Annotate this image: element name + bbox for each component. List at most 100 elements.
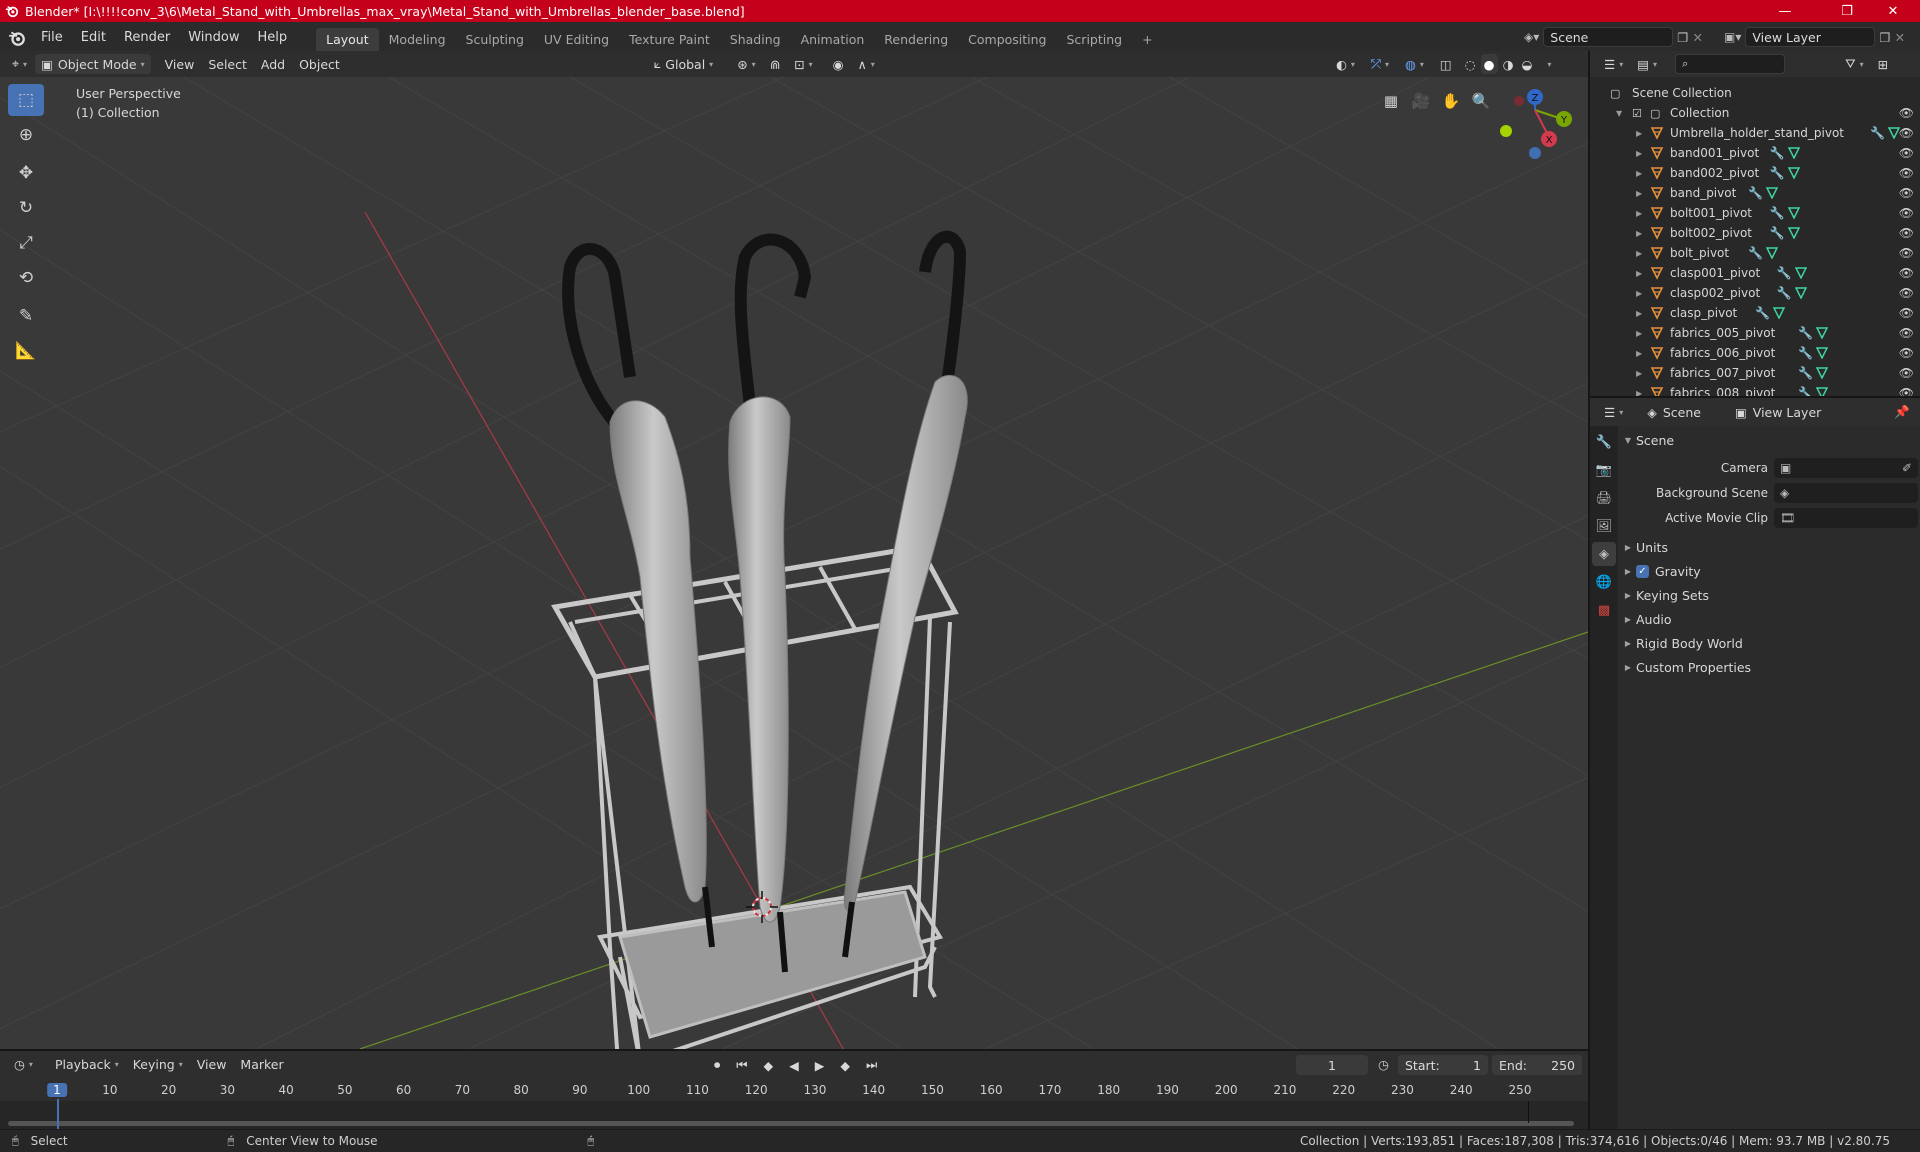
delete-view-layer-icon[interactable]: ✕ <box>1895 30 1905 45</box>
eye-icon[interactable]: 👁 <box>1899 246 1914 260</box>
visibility-dropdown[interactable]: ◐ ▾ <box>1330 54 1361 74</box>
menu-view[interactable]: View <box>159 54 201 74</box>
tab-modeling[interactable]: Modeling <box>379 28 456 52</box>
new-view-layer-icon[interactable]: ❐ <box>1879 30 1890 45</box>
end-frame-field[interactable]: End: 250 <box>1492 1055 1582 1075</box>
shading-solid[interactable]: ● <box>1480 54 1498 74</box>
texture-tab[interactable]: ▩ <box>1592 598 1616 622</box>
new-scene-icon[interactable]: ❐ <box>1677 30 1688 45</box>
menu-file[interactable]: File <box>32 25 72 51</box>
modifier-wrench-icon[interactable]: 🔧 <box>1870 126 1885 140</box>
outliner-item[interactable]: ▶ fabrics_006_pivot 🔧 👁 <box>1590 343 1920 363</box>
menu-select[interactable]: Select <box>202 54 253 74</box>
menu-marker[interactable]: Marker <box>234 1054 289 1074</box>
display-mode-dropdown[interactable]: ▤ ▾ <box>1631 54 1663 74</box>
add-workspace-button[interactable]: + <box>1132 28 1162 52</box>
outliner-item[interactable]: ▶ clasp001_pivot 🔧 👁 <box>1590 263 1920 283</box>
properties-scene-context[interactable]: ◈ Scene <box>1641 402 1707 422</box>
modifier-wrench-icon[interactable]: 🔧 <box>1748 246 1763 260</box>
expand-icon[interactable]: ▶ <box>1636 329 1642 338</box>
mesh-data-icon[interactable] <box>1773 307 1786 319</box>
falloff-dropdown[interactable]: ∧ ▾ <box>852 54 881 74</box>
mode-dropdown[interactable]: ▣ Object Mode ▾ <box>35 54 151 74</box>
jump-start-button[interactable]: ⏮ <box>730 1055 753 1075</box>
pan-view-button[interactable]: ✋ <box>1438 88 1464 114</box>
tab-rendering[interactable]: Rendering <box>874 28 958 52</box>
tab-animation[interactable]: Animation <box>791 28 875 52</box>
scene-collection-row[interactable]: ▢ Scene Collection <box>1590 83 1920 103</box>
active-movie-clip-field[interactable]: 🎞 <box>1774 508 1918 528</box>
playhead-line[interactable] <box>57 1099 59 1129</box>
modifier-wrench-icon[interactable]: 🔧 <box>1770 206 1785 220</box>
proportional-edit-toggle[interactable]: ◉ <box>827 54 850 74</box>
properties-editor-type[interactable]: ☰ ▾ <box>1598 402 1629 422</box>
new-collection-button[interactable]: ⊞ <box>1872 54 1894 74</box>
eye-icon[interactable]: 👁 <box>1899 366 1914 380</box>
outliner-item[interactable]: ▶ bolt_pivot 🔧 👁 <box>1590 243 1920 263</box>
filter-dropdown[interactable]: ⛛ ▾ <box>1839 54 1870 74</box>
outliner-item[interactable]: ▶ fabrics_007_pivot 🔧 👁 <box>1590 363 1920 383</box>
xray-toggle[interactable]: ◫ <box>1434 54 1458 74</box>
expand-icon[interactable]: ▶ <box>1636 129 1642 138</box>
modifier-wrench-icon[interactable]: 🔧 <box>1770 226 1785 240</box>
preview-range-icon[interactable]: ◷ <box>1378 1057 1389 1072</box>
eye-icon[interactable]: 👁 <box>1899 326 1914 340</box>
view-layer-tab[interactable]: 🖼 <box>1592 514 1616 538</box>
outliner-item[interactable]: ▶ Umbrella_holder_stand_pivot 🔧 👁 <box>1590 123 1920 143</box>
mesh-data-icon[interactable] <box>1787 227 1800 239</box>
tab-scripting[interactable]: Scripting <box>1057 28 1133 52</box>
tab-uv-editing[interactable]: UV Editing <box>534 28 619 52</box>
editor-type-dropdown[interactable]: ⌖ ▾ <box>6 54 33 74</box>
close-button[interactable]: ✕ <box>1870 0 1916 22</box>
zoom-view-button[interactable]: 🔍 <box>1468 88 1494 114</box>
menu-window[interactable]: Window <box>179 25 248 51</box>
expand-icon[interactable]: ▶ <box>1636 209 1642 218</box>
outliner-item[interactable]: ▶ fabrics_005_pivot 🔧 👁 <box>1590 323 1920 343</box>
eyedropper-icon[interactable]: ✐ <box>1902 461 1912 475</box>
outliner-item[interactable]: ▶ band001_pivot 🔧 👁 <box>1590 143 1920 163</box>
pin-icon[interactable]: 📌 <box>1894 404 1910 420</box>
modifier-wrench-icon[interactable]: 🔧 <box>1798 346 1813 360</box>
outliner-search-input[interactable]: ⌕ <box>1675 54 1786 74</box>
output-tab[interactable]: 🖨 <box>1592 486 1616 510</box>
scene-tab[interactable]: ◈ <box>1592 542 1616 566</box>
snap-toggle[interactable]: ⋒ <box>764 54 786 74</box>
mesh-data-icon[interactable] <box>1816 367 1829 379</box>
menu-help[interactable]: Help <box>249 25 297 51</box>
expand-icon[interactable]: ▶ <box>1636 369 1642 378</box>
select-box-tool[interactable]: ⬚ <box>8 84 44 116</box>
tab-layout[interactable]: Layout <box>316 27 379 52</box>
prev-keyframe-button[interactable]: ◆ <box>758 1055 780 1075</box>
units-panel[interactable]: ▶ Units <box>1620 535 1920 559</box>
timeline-editor-type[interactable]: ◷ ▾ <box>8 1054 39 1074</box>
play-reverse-button[interactable]: ◀ <box>783 1055 805 1075</box>
transform-tool[interactable]: ⟲ <box>8 262 44 294</box>
snap-target-dropdown[interactable]: ⊡ ▾ <box>788 54 819 74</box>
expand-icon[interactable]: ▶ <box>1636 349 1642 358</box>
world-tab[interactable]: 🌐 <box>1592 570 1616 594</box>
3d-viewport[interactable]: Z Y X <box>0 77 1588 1049</box>
eye-icon[interactable]: 👁 <box>1899 266 1914 280</box>
menu-edit[interactable]: Edit <box>72 25 115 51</box>
shading-material[interactable]: ◑ <box>1500 54 1517 74</box>
background-scene-field[interactable]: ◈ <box>1774 483 1918 503</box>
jump-end-button[interactable]: ⏭ <box>860 1055 883 1075</box>
expand-icon[interactable]: ▶ <box>1636 229 1642 238</box>
modifier-wrench-icon[interactable]: 🔧 <box>1770 146 1785 160</box>
expand-icon[interactable]: ▶ <box>1636 169 1642 178</box>
modifier-wrench-icon[interactable]: 🔧 <box>1755 306 1770 320</box>
eye-icon[interactable]: 👁 <box>1899 226 1914 240</box>
outliner-item[interactable]: ▶ band_pivot 🔧 👁 <box>1590 183 1920 203</box>
start-frame-field[interactable]: Start: 1 <box>1398 1055 1488 1075</box>
collection-row[interactable]: ▼ ☑ ▢ Collection 👁 <box>1590 103 1920 123</box>
scene-icon[interactable]: ◈▾ <box>1524 30 1539 44</box>
cursor-tool[interactable]: ⊕ <box>8 119 44 151</box>
current-frame-field[interactable]: 1 <box>1296 1055 1368 1075</box>
eye-icon[interactable]: 👁 <box>1899 166 1914 180</box>
mesh-data-icon[interactable] <box>1787 147 1800 159</box>
annotate-tool[interactable]: ✎ <box>8 300 44 332</box>
measure-tool[interactable]: 📐 <box>8 335 44 367</box>
eye-icon[interactable]: 👁 <box>1899 146 1914 160</box>
outliner-editor-type[interactable]: ☰ ▾ <box>1598 54 1629 74</box>
expand-icon[interactable]: ▶ <box>1636 149 1642 158</box>
